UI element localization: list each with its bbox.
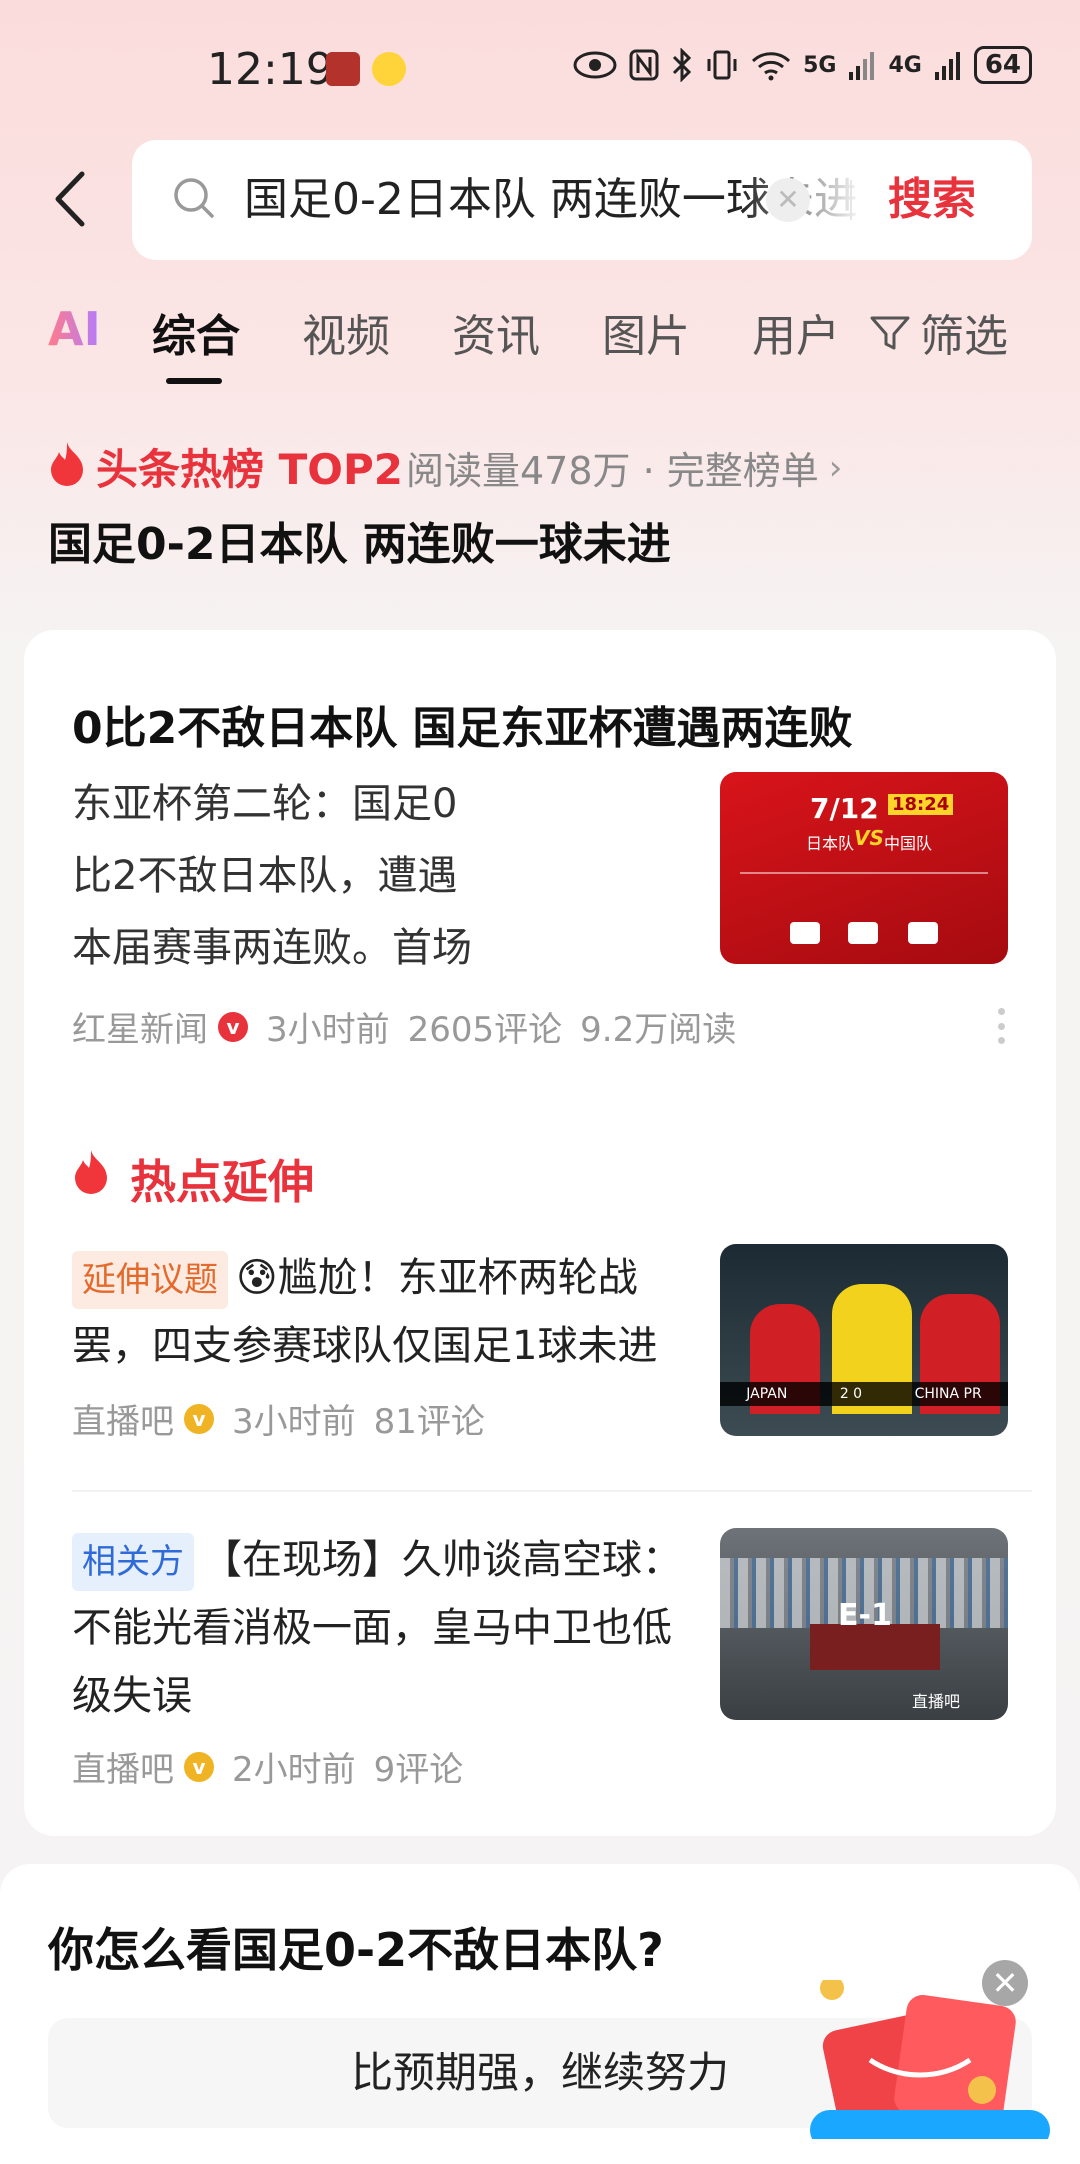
search-bar[interactable]: 国足0-2日本队 两连败一球未进 ✕ 搜索 xyxy=(132,140,1032,260)
list-item[interactable]: 延伸议题 😰尴尬！东亚杯两轮战罢，四支参赛球队仅国足1球未进 xyxy=(72,1244,712,1380)
tab-news[interactable]: 资讯 xyxy=(452,300,540,364)
thumb-player xyxy=(908,922,938,944)
verified-icon: v xyxy=(184,1403,214,1434)
list-item-source[interactable]: 直播吧 xyxy=(72,1742,174,1791)
hot-rank-title[interactable]: 头条热榜 TOP2 xyxy=(96,436,403,497)
signal-icon-2 xyxy=(934,52,960,80)
list-item-thumbnail[interactable]: JAPAN 2 0 CHINA PR xyxy=(720,1244,1008,1436)
hot-rank-meta[interactable]: 阅读量478万 · 完整榜单 › xyxy=(406,440,842,495)
list-item-source[interactable]: 直播吧 xyxy=(72,1394,174,1443)
results-card: 0比2不敌日本队 国足东亚杯遭遇两连败 东亚杯第二轮：国足0比2不敌日本队，遭遇… xyxy=(24,630,1056,1836)
list-item[interactable]: 相关方 【在现场】久帅谈高空球：不能光看消极一面，皇马中卫也低级失误 xyxy=(72,1526,692,1730)
topic-tag: 延伸议题 xyxy=(72,1251,228,1309)
thumb-clock: 18:24 xyxy=(888,794,954,815)
search-divider xyxy=(850,180,852,220)
status-bar: 12:19 5G 4G 64 xyxy=(0,0,1080,140)
network-4g: 4G xyxy=(888,52,922,78)
search-icon xyxy=(174,178,214,218)
red-envelope-icon[interactable] xyxy=(810,1980,1060,2139)
emoji: 😰 xyxy=(236,1255,278,1301)
thumb-player xyxy=(790,922,820,944)
article-title[interactable]: 0比2不敌日本队 国足东亚杯遭遇两连败 xyxy=(72,692,853,756)
active-tab-indicator xyxy=(166,378,222,384)
status-icons: 5G 4G 64 xyxy=(573,46,1032,84)
wifi-icon xyxy=(752,52,791,81)
flame-icon xyxy=(51,442,83,486)
article-summary[interactable]: 东亚杯第二轮：国足0比2不敌日本队，遭遇本届赛事两连败。首场比赛，国足0比3输给… xyxy=(72,768,492,984)
tab-images[interactable]: 图片 xyxy=(602,300,690,364)
list-item-time: 3小时前 xyxy=(232,1402,356,1442)
thumb-watermark: 直播吧 xyxy=(912,1692,961,1711)
list-item-thumbnail[interactable]: E-1 直播吧 xyxy=(720,1528,1008,1720)
article-time: 3小时前 xyxy=(266,1010,390,1050)
network-5g: 5G xyxy=(803,52,837,78)
thumb-scoreboard: JAPAN 2 0 CHINA PR xyxy=(720,1382,1008,1406)
bluetooth-icon xyxy=(673,48,692,82)
thumb-home-team: JAPAN xyxy=(746,1386,788,1402)
app-notification-icon xyxy=(326,52,360,86)
nfc-icon xyxy=(629,49,659,81)
divider xyxy=(72,1490,1032,1492)
flame-icon xyxy=(75,1150,107,1194)
tab-filter[interactable]: 筛选 xyxy=(868,300,1008,364)
thumb-label: E-1 xyxy=(838,1598,892,1633)
tab-video[interactable]: 视频 xyxy=(302,300,390,364)
tab-users[interactable]: 用户 xyxy=(752,300,840,364)
list-item-meta: 直播吧 v 3小时前 81评论 xyxy=(72,1394,485,1443)
back-arrow-icon[interactable] xyxy=(48,168,98,230)
hot-rank-headline[interactable]: 国足0-2日本队 两连败一球未进 xyxy=(48,508,671,572)
more-options-icon[interactable] xyxy=(998,1008,1006,1044)
poll-question: 你怎么看国足0-2不敌日本队? xyxy=(48,1923,664,1977)
thumb-vs: VS xyxy=(854,826,884,850)
thumb-home: 日本队 xyxy=(806,834,855,853)
topic-tag: 相关方 xyxy=(72,1533,194,1591)
status-time: 12:19 xyxy=(207,44,334,95)
hot-rank-meta-text: 阅读量478万 · 完整榜单 xyxy=(406,449,819,493)
list-item-time: 2小时前 xyxy=(232,1750,356,1790)
verified-icon: v xyxy=(184,1751,214,1782)
weibo-icon xyxy=(372,52,406,86)
list-item-comments: 9评论 xyxy=(373,1750,464,1790)
article-thumbnail[interactable]: 7/12 18:24 日本队 VS 中国队 xyxy=(720,772,1008,964)
thumb-away-team: CHINA PR xyxy=(914,1386,982,1402)
article-reads: 9.2万阅读 xyxy=(580,1010,737,1050)
filter-icon xyxy=(870,316,910,350)
verified-icon: v xyxy=(218,1011,248,1042)
list-item-meta: 直播吧 v 2小时前 9评论 xyxy=(72,1742,463,1791)
search-button[interactable]: 搜索 xyxy=(888,170,976,230)
clear-icon[interactable]: ✕ xyxy=(766,178,810,222)
article-comments: 2605评论 xyxy=(407,1010,563,1050)
section-title: 热点延伸 xyxy=(130,1155,314,1209)
article-source[interactable]: 红星新闻 xyxy=(72,1002,208,1051)
thumb-player xyxy=(848,922,878,944)
thumb-score: 2 0 xyxy=(839,1386,863,1402)
thumb-date: 7/12 xyxy=(810,792,879,825)
tab-comprehensive[interactable]: 综合 xyxy=(152,300,240,364)
thumb-away: 中国队 xyxy=(884,834,933,853)
vibrate-icon xyxy=(707,50,737,80)
article-meta: 红星新闻 v 3小时前 2605评论 9.2万阅读 xyxy=(72,1002,736,1051)
list-item-comments: 81评论 xyxy=(373,1402,485,1442)
chevron-right-icon: › xyxy=(828,447,843,488)
tab-filter-label: 筛选 xyxy=(920,311,1008,362)
battery-indicator: 64 xyxy=(973,46,1032,84)
tab-bar: 综合 视频 资讯 图片 用户 筛选 xyxy=(48,300,1048,390)
eye-icon xyxy=(573,51,617,79)
signal-icon xyxy=(849,52,875,80)
